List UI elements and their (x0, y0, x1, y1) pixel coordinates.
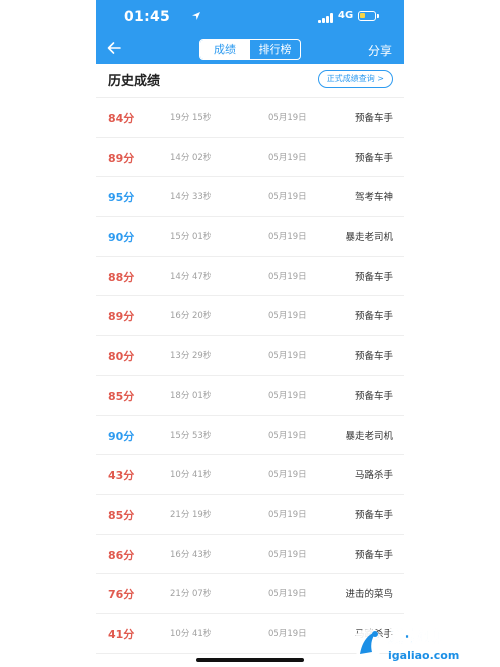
exam-duration: 15分 01秒 (170, 232, 212, 243)
score-value: 90分 (108, 429, 135, 443)
back-arrow-icon[interactable] (106, 40, 122, 56)
rank-title: 预备车手 (354, 113, 393, 124)
exam-duration: 15分 53秒 (170, 430, 212, 441)
section-title: 历史成绩 (108, 74, 161, 89)
rank-title: 预备车手 (354, 152, 393, 164)
exam-duration: 13分 29秒 (170, 351, 212, 362)
exam-duration: 14分 33秒 (170, 192, 212, 203)
exam-duration: 14分 47秒 (170, 271, 212, 282)
score-row[interactable]: 88分 14分 47秒 05月19日 预备车手 (96, 257, 404, 297)
exam-date: 05月19日 (268, 628, 307, 639)
watermark: 爱·尬聊 igaliao.com (350, 624, 496, 664)
status-time: 01:45 (124, 9, 171, 25)
score-value: 90分 (108, 231, 135, 245)
score-row[interactable]: 89分 16分 20秒 05月19日 预备车手 (96, 296, 404, 337)
score-row[interactable]: 84分 19分 15秒 05月19日 预备车手 (96, 98, 404, 138)
score-value: 76分 (108, 588, 135, 602)
exam-duration: 14分 02秒 (170, 152, 212, 163)
watermark-line2: igaliao.com (388, 649, 459, 662)
exam-duration: 10分 41秒 (170, 628, 212, 639)
score-row[interactable]: 86分 16分 43秒 05月19日 预备车手 (96, 535, 404, 575)
tab-leaderboard[interactable]: 排行榜 (250, 40, 300, 59)
exam-duration: 16分 43秒 (170, 549, 212, 560)
score-value: 85分 (108, 508, 135, 522)
rank-title: 马路杀手 (354, 470, 393, 482)
exam-date: 05月19日 (268, 192, 307, 203)
exam-date: 05月19日 (268, 470, 307, 481)
rank-title: 预备车手 (354, 271, 393, 283)
score-value: 41分 (108, 627, 135, 641)
score-row[interactable]: 85分 18分 01秒 05月19日 预备车手 (96, 376, 404, 416)
exam-duration: 21分 07秒 (170, 589, 212, 600)
score-row[interactable]: 95分 14分 33秒 05月19日 驾考车神 (96, 177, 404, 218)
phone-screen: 01:45 4G 成绩 排行榜 分享 历史成绩 正式成绩查询 > 84分 19分… (96, 0, 404, 667)
rank-title: 进击的菜鸟 (345, 589, 393, 601)
exam-date: 05月19日 (268, 589, 307, 600)
tab-switcher: 成绩 排行榜 (199, 39, 301, 60)
nav-bar: 成绩 排行榜 分享 (96, 34, 404, 64)
exam-date: 05月19日 (268, 113, 307, 123)
location-arrow-icon (192, 12, 200, 20)
rank-title: 预备车手 (354, 509, 393, 521)
exam-date: 05月19日 (268, 351, 307, 362)
home-indicator (196, 658, 304, 662)
battery-cap (377, 14, 379, 18)
exam-date: 05月19日 (268, 232, 307, 243)
score-value: 88分 (108, 270, 135, 284)
score-value: 80分 (108, 350, 135, 364)
exam-duration: 10分 41秒 (170, 470, 212, 481)
signal-icon (318, 13, 334, 23)
score-value: 95分 (108, 191, 135, 205)
exam-date: 05月19日 (268, 311, 307, 322)
score-value: 43分 (108, 469, 135, 483)
network-type: 4G (338, 10, 354, 21)
score-value: 84分 (108, 112, 135, 125)
exam-date: 05月19日 (268, 509, 307, 520)
rank-title: 暴走老司机 (345, 430, 393, 442)
rank-title: 预备车手 (354, 390, 393, 402)
exam-duration: 19分 15秒 (170, 113, 212, 123)
exam-duration: 16分 20秒 (170, 311, 212, 322)
score-value: 85分 (108, 389, 135, 403)
exam-date: 05月19日 (268, 430, 307, 441)
score-row[interactable]: 76分 21分 07秒 05月19日 进击的菜鸟 (96, 574, 404, 614)
score-row[interactable]: 90分 15分 53秒 05月19日 暴走老司机 (96, 416, 404, 456)
score-value: 89分 (108, 310, 135, 324)
exam-date: 05月19日 (268, 271, 307, 282)
rank-title: 预备车手 (354, 311, 393, 323)
status-bar: 01:45 4G (96, 0, 404, 34)
exam-duration: 18分 01秒 (170, 390, 212, 401)
app-header: 01:45 4G 成绩 排行榜 分享 (96, 0, 404, 64)
score-row[interactable]: 90分 15分 01秒 05月19日 暴走老司机 (96, 217, 404, 257)
score-row[interactable]: 89分 14分 02秒 05月19日 预备车手 (96, 138, 404, 178)
score-value: 89分 (108, 151, 135, 165)
watermark-logo-icon: 爱·尬聊 igaliao.com (353, 627, 459, 662)
rank-title: 驾考车神 (354, 192, 393, 204)
watermark-line1: 爱·尬聊 (388, 627, 442, 646)
exam-date: 05月19日 (268, 152, 307, 163)
battery-icon (358, 11, 376, 21)
rank-title: 暴走老司机 (345, 232, 393, 244)
score-row[interactable]: 43分 10分 41秒 05月19日 马路杀手 (96, 455, 404, 495)
exam-date: 05月19日 (268, 390, 307, 401)
score-row[interactable]: 80分 13分 29秒 05月19日 预备车手 (96, 336, 404, 376)
rank-title: 预备车手 (354, 549, 393, 561)
official-score-query-button[interactable]: 正式成绩查询 > (317, 70, 393, 88)
score-history-list: 84分 19分 15秒 05月19日 预备车手 89分 14分 02秒 05月19日 预备车手… (96, 98, 404, 654)
rank-title: 预备车手 (354, 351, 393, 363)
exam-date: 05月19日 (268, 549, 307, 560)
score-value: 86分 (108, 548, 135, 562)
exam-duration: 21分 19秒 (170, 509, 212, 520)
history-header: 历史成绩 正式成绩查询 > (96, 64, 404, 98)
tab-scores[interactable]: 成绩 (200, 40, 250, 59)
score-row[interactable]: 85分 21分 19秒 05月19日 预备车手 (96, 495, 404, 535)
page: 01:45 4G 成绩 排行榜 分享 历史成绩 正式成绩查询 > 84分 19分… (0, 0, 500, 667)
share-button[interactable]: 分享 (368, 42, 392, 59)
